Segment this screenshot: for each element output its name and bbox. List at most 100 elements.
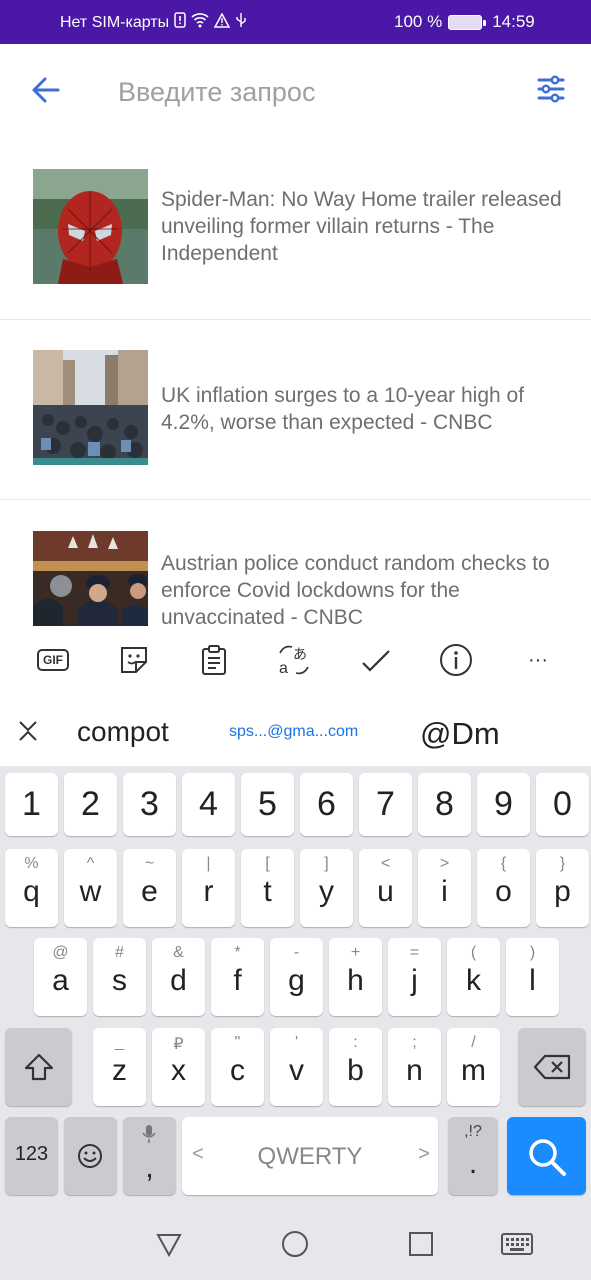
backspace-key[interactable] — [518, 1028, 586, 1106]
key-l[interactable]: ) l — [506, 938, 559, 1016]
key-f[interactable]: * f — [211, 938, 264, 1016]
key-h[interactable]: + h — [329, 938, 382, 1016]
key-7[interactable]: 7 — [359, 773, 412, 836]
key-p[interactable]: } p — [536, 849, 589, 927]
key-o[interactable]: {o — [477, 849, 530, 927]
key-u[interactable]: < u — [359, 849, 412, 927]
key-secondary-label: > — [439, 855, 450, 872]
key-secondary-label: < — [380, 855, 391, 872]
back-arrow-icon[interactable] — [30, 74, 62, 106]
translate-icon[interactable]: aあ — [276, 642, 312, 678]
emoji-icon — [77, 1143, 103, 1174]
recents-nav-icon[interactable] — [407, 1230, 435, 1258]
more-icon[interactable]: ··· — [520, 642, 556, 678]
status-bar: Нет SIM-карты 100 % 14:59 — [0, 0, 591, 44]
emoji-key[interactable] — [64, 1117, 117, 1195]
search-key[interactable] — [507, 1117, 586, 1195]
key-w[interactable]: ^ w — [64, 849, 117, 927]
suggestion-word[interactable]: compot — [77, 716, 169, 748]
key-secondary-label: * — [234, 944, 241, 961]
search-input[interactable] — [118, 74, 498, 110]
clipboard-icon[interactable] — [196, 642, 232, 678]
sticker-icon[interactable] — [116, 642, 152, 678]
key-secondary-label: ~ — [144, 855, 155, 872]
key-q[interactable]: % q — [5, 849, 58, 927]
key-label: y — [319, 875, 334, 908]
news-headline: UK inflation surges to a 10-year high of… — [161, 384, 525, 434]
suggestion-email[interactable]: sps...@gma...com — [229, 723, 358, 741]
punctuation-key[interactable]: ,!?. — [448, 1117, 498, 1195]
filter-icon[interactable] — [536, 74, 566, 104]
key-4[interactable]: 4 — [182, 773, 235, 836]
key-secondary-label: - — [293, 944, 300, 961]
key-i[interactable]: > i — [418, 849, 471, 927]
home-nav-icon[interactable] — [281, 1230, 309, 1258]
microphone-icon — [141, 1123, 157, 1150]
key-secondary-label: | — [206, 855, 211, 872]
key-r[interactable]: | r — [182, 849, 235, 927]
key-y[interactable]: ] y — [300, 849, 353, 927]
key-secondary-label: { — [500, 855, 507, 872]
key-label: z — [112, 1054, 127, 1087]
key-label: r — [203, 875, 214, 908]
gif-button[interactable]: GIF — [35, 642, 71, 678]
key-label: c — [230, 1054, 245, 1087]
comma-key[interactable]: , — [123, 1117, 176, 1195]
key-e[interactable]: ~ e — [123, 849, 176, 927]
collapse-icon[interactable] — [18, 720, 38, 747]
key-s[interactable]: # s — [93, 938, 146, 1016]
shift-key[interactable] — [5, 1028, 72, 1106]
key-label: 4 — [199, 785, 218, 823]
suggestion-handle[interactable]: @Dm — [420, 716, 500, 752]
key-secondary-label: ' — [294, 1034, 299, 1051]
mode-123-key[interactable]: 123 — [5, 1117, 58, 1195]
space-key[interactable]: < QWERTY > — [182, 1117, 438, 1195]
key-secondary-label: % — [24, 855, 39, 872]
key-secondary-label: [ — [265, 855, 270, 872]
key-label: s — [112, 964, 127, 997]
usb-icon — [235, 12, 247, 33]
key-k[interactable]: (k — [447, 938, 500, 1016]
news-headline: Spider-Man: No Way Home trailer released… — [161, 188, 562, 265]
key-6[interactable]: 6 — [300, 773, 353, 836]
info-icon[interactable] — [438, 642, 474, 678]
key-1[interactable]: 1 — [5, 773, 58, 836]
key-j[interactable]: = j — [388, 938, 441, 1016]
key-label: 9 — [494, 785, 513, 823]
svg-text:a: a — [279, 660, 288, 677]
key-x[interactable]: ₽ x — [152, 1028, 205, 1106]
key-a[interactable]: @ a — [34, 938, 87, 1016]
key-z[interactable]: _ z — [93, 1028, 146, 1106]
news-item[interactable]: Spider-Man: No Way Home trailer released… — [0, 140, 591, 320]
key-label: 3 — [140, 785, 159, 823]
key-label: p — [554, 875, 571, 908]
back-nav-icon[interactable] — [155, 1230, 183, 1258]
key-3[interactable]: 3 — [123, 773, 176, 836]
police-check-image — [33, 531, 148, 626]
spider-man-image — [33, 169, 148, 284]
key-c[interactable]: " c — [211, 1028, 264, 1106]
key-5[interactable]: 5 — [241, 773, 294, 836]
news-item[interactable]: UK inflation surges to a 10-year high of… — [0, 320, 591, 500]
spellcheck-icon[interactable] — [358, 642, 394, 678]
key-label: a — [52, 964, 69, 997]
battery-icon — [448, 14, 487, 30]
keyboard-hide-icon[interactable] — [500, 1230, 534, 1258]
key-8[interactable]: 8 — [418, 773, 471, 836]
key-d[interactable]: & d — [152, 938, 205, 1016]
key-9[interactable]: 9 — [477, 773, 530, 836]
key-b[interactable]: :b — [329, 1028, 382, 1106]
crowded-street-image — [33, 350, 148, 465]
key-m[interactable]: / m — [447, 1028, 500, 1106]
wifi-icon — [191, 12, 209, 33]
key-n[interactable]: ; n — [388, 1028, 441, 1106]
key-2[interactable]: 2 — [64, 773, 117, 836]
key-label: j — [411, 964, 418, 997]
key-t[interactable]: [t — [241, 849, 294, 927]
key-label: , — [145, 1151, 154, 1184]
key-v[interactable]: ' v — [270, 1028, 323, 1106]
news-item[interactable]: Austrian police conduct random checks to… — [0, 500, 591, 626]
key-0[interactable]: 0 — [536, 773, 589, 836]
key-g[interactable]: -g — [270, 938, 323, 1016]
backspace-icon — [533, 1054, 571, 1085]
